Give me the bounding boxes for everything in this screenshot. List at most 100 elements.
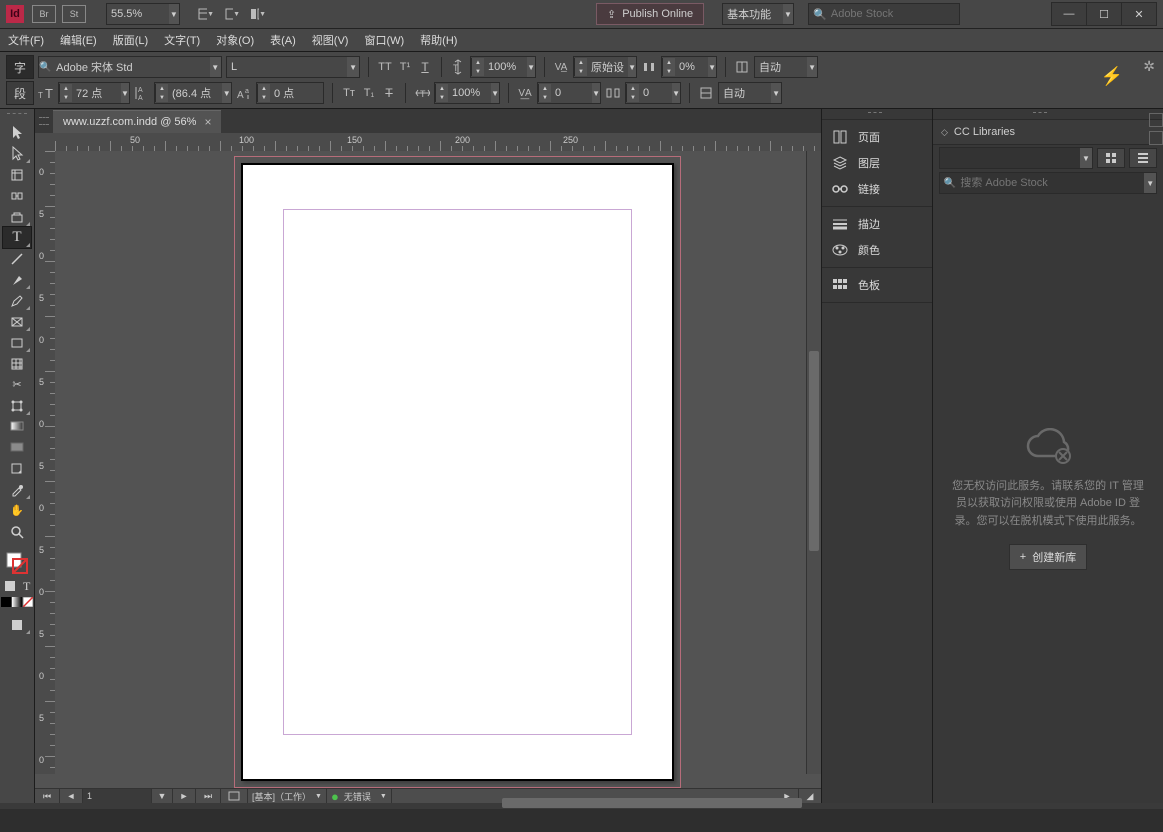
table-tool[interactable] — [3, 353, 31, 374]
tab-grip-icon[interactable] — [39, 117, 49, 125]
stock-button[interactable]: St — [62, 5, 86, 23]
fill-stroke-proxy[interactable] — [0, 548, 34, 578]
rectangle-frame-tool[interactable] — [3, 311, 31, 332]
strikethrough-icon[interactable]: T — [381, 85, 397, 101]
subscript-icon[interactable]: T₁ — [361, 85, 377, 101]
leading-input[interactable]: ▲▼ (86.4 点 ▼ — [154, 82, 232, 104]
font-family-dropdown[interactable]: 🔍 Adobe 宋体 Std ▼ — [38, 56, 222, 78]
tracking-input[interactable]: ▲▼ 0 ▼ — [537, 82, 601, 104]
swatches-panel-button[interactable]: 色板 — [822, 272, 932, 298]
baseline-shift-input[interactable]: ▲▼ 0 点 — [256, 82, 324, 104]
scissors-tool[interactable]: ✂ — [3, 374, 31, 395]
next-page-icon[interactable]: ► — [173, 789, 196, 803]
superscript-icon[interactable]: T¹ — [397, 59, 413, 75]
aki-input[interactable]: ▲▼ 0 ▼ — [625, 82, 681, 104]
stock-search-input[interactable] — [827, 8, 959, 20]
vertical-scrollbar[interactable] — [806, 151, 821, 774]
workspace-dropdown[interactable]: 基本功能 ▼ — [722, 3, 794, 25]
pages-panel-button[interactable]: 页面 — [822, 124, 932, 150]
panel-grip-icon[interactable] — [7, 113, 27, 118]
prev-page-icon[interactable]: ◄ — [60, 789, 83, 803]
stepper-down-icon[interactable]: ▼ — [472, 67, 484, 76]
last-page-icon[interactable]: ⏭ — [196, 789, 221, 803]
scrollbar-thumb[interactable] — [502, 798, 802, 808]
underline-icon[interactable]: T — [417, 59, 433, 75]
content-collector-tool[interactable] — [3, 206, 31, 227]
menu-edit[interactable]: 编辑(E) — [60, 32, 97, 48]
color-panel-button[interactable]: 颜色 — [822, 237, 932, 263]
type-tool[interactable]: T — [3, 227, 31, 248]
free-transform-tool[interactable] — [3, 395, 31, 416]
page-dropdown-icon[interactable]: ▼ — [152, 789, 173, 803]
stock-search[interactable]: 🔍 — [808, 3, 960, 25]
all-caps-icon[interactable]: TT — [377, 59, 393, 75]
panel-dock-button[interactable] — [1149, 131, 1163, 145]
panel-menu-button[interactable] — [1149, 113, 1163, 127]
tsume-input[interactable]: ▲▼ 0% ▼ — [661, 56, 717, 78]
rectangle-tool[interactable] — [3, 332, 31, 353]
horizontal-scale-input[interactable]: ▲▼ 100% ▼ — [434, 82, 500, 104]
hand-tool[interactable]: ✋ — [3, 500, 31, 521]
language2-dropdown[interactable]: 自动 ▼ — [718, 82, 782, 104]
font-style-dropdown[interactable]: L ▼ — [226, 56, 360, 78]
small-caps-icon[interactable]: Tᴛ — [341, 85, 357, 101]
menu-file[interactable]: 文件(F) — [8, 32, 44, 48]
minimize-button[interactable]: — — [1051, 2, 1087, 26]
vertical-ruler[interactable]: 0505050505050503 — [35, 151, 56, 774]
library-search[interactable]: 🔍 ▼ — [939, 172, 1157, 194]
cc-libraries-header[interactable]: ◇ CC Libraries — [933, 120, 1163, 145]
gap-tool[interactable] — [3, 185, 31, 206]
line-tool[interactable] — [3, 248, 31, 269]
scrollbar-thumb[interactable] — [809, 351, 819, 551]
vertical-scale-input[interactable]: ▲▼ 100% ▼ — [470, 56, 536, 78]
panel-grip[interactable] — [933, 109, 1163, 120]
quick-apply-icon[interactable]: ⚡ — [1101, 66, 1123, 87]
arrange-documents-icon[interactable]: ▼ — [250, 6, 266, 22]
dock-grip[interactable] — [822, 109, 932, 120]
view-mode-button[interactable] — [3, 614, 31, 635]
maximize-button[interactable]: ☐ — [1086, 2, 1122, 26]
panel-collapse-icon[interactable]: ◇ — [941, 127, 948, 138]
page-tool[interactable] — [3, 164, 31, 185]
selection-tool[interactable] — [3, 122, 31, 143]
bridge-button[interactable]: Br — [32, 5, 56, 23]
zoom-tool[interactable] — [3, 521, 31, 542]
grid-view-button[interactable] — [1097, 148, 1125, 168]
apply-color-buttons[interactable] — [0, 594, 34, 610]
pen-tool[interactable] — [3, 269, 31, 290]
font-size-input[interactable]: ▲▼ 72 点 ▼ — [58, 82, 130, 104]
pasteboard[interactable] — [55, 151, 807, 774]
menu-type[interactable]: 文字(T) — [164, 32, 200, 48]
stroke-panel-button[interactable]: 描边 — [822, 211, 932, 237]
eyedropper-tool[interactable] — [3, 479, 31, 500]
publish-online-button[interactable]: ⇪ Publish Online — [596, 3, 704, 25]
links-panel-button[interactable]: 链接 — [822, 176, 932, 202]
menu-window[interactable]: 窗口(W) — [364, 32, 404, 48]
formatting-affects-toggle[interactable]: T — [0, 578, 34, 594]
close-tab-icon[interactable]: × — [204, 115, 211, 129]
panel-menu-icon[interactable]: ✲ — [1143, 58, 1155, 75]
character-mode-button[interactable]: 字 — [6, 55, 34, 79]
menu-view[interactable]: 视图(V) — [312, 32, 349, 48]
ruler-origin[interactable] — [35, 133, 56, 152]
layers-panel-button[interactable]: 图层 — [822, 150, 932, 176]
preflight-status[interactable]: ●无错误▼ — [327, 789, 392, 803]
menu-layout[interactable]: 版面(L) — [113, 32, 148, 48]
zoom-level-dropdown[interactable]: 55.5% ▼ — [106, 3, 180, 25]
menu-help[interactable]: 帮助(H) — [420, 32, 457, 48]
view-options-icon[interactable]: ▼ — [198, 6, 214, 22]
document-tab[interactable]: www.uzzf.com.indd @ 56% × — [53, 110, 221, 133]
pencil-tool[interactable] — [3, 290, 31, 311]
library-selector-dropdown[interactable]: ▼ — [939, 147, 1093, 169]
gradient-swatch-tool[interactable] — [3, 416, 31, 437]
screen-mode-icon[interactable]: ▼ — [224, 6, 240, 22]
first-page-icon[interactable]: ⏮ — [35, 789, 60, 803]
stepper-up-icon[interactable]: ▲ — [472, 58, 484, 67]
paragraph-mode-button[interactable]: 段 — [6, 81, 34, 105]
open-master-icon[interactable] — [221, 789, 248, 803]
language-dropdown[interactable]: 自动 ▼ — [754, 56, 818, 78]
menu-object[interactable]: 对象(O) — [216, 32, 254, 48]
direct-selection-tool[interactable] — [3, 143, 31, 164]
gradient-feather-tool[interactable] — [3, 437, 31, 458]
preflight-profile-dropdown[interactable]: [基本]（工作） ▼ — [248, 789, 327, 803]
